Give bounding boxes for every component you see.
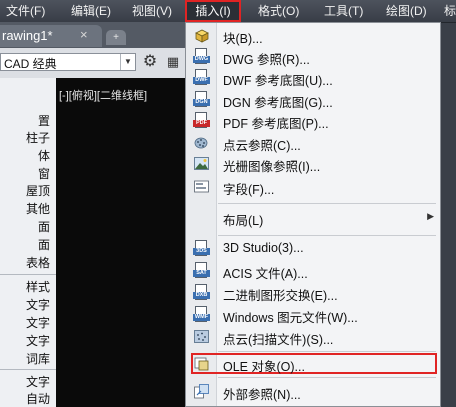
- dwf-icon: DWF: [193, 69, 210, 86]
- dgn-icon: DGN: [193, 91, 210, 108]
- menu-item-acis-file[interactable]: SAT ACIS 文件(A)...: [186, 261, 440, 281]
- palette-item[interactable]: 面: [38, 236, 50, 253]
- menu-item-windows-metafile[interactable]: WMF Windows 图元文件(W)...: [186, 305, 440, 325]
- palette-item[interactable]: 文字: [26, 332, 50, 349]
- menu-item-external-reference[interactable]: 外部参照(N)...: [186, 382, 440, 402]
- menu-draw[interactable]: 绘图(D): [382, 0, 431, 22]
- tool-palette: 置 柱子 体 窗 屋顶 其他 面 面 表格 样式 文字 文字 文字 词库 文字 …: [0, 78, 57, 407]
- menu-separator: [218, 377, 436, 378]
- menu-bar: 文件(F) 编辑(E) 视图(V) 插入(I) 格式(O) 工具(T) 绘图(D…: [0, 0, 456, 23]
- wmf-icon: WMF: [193, 306, 210, 323]
- raster-image-icon: [194, 157, 209, 170]
- menu-item-label: 外部参照(N)...: [223, 388, 301, 402]
- viewport-controls-label[interactable]: [-][俯视][二维线框]: [59, 87, 147, 103]
- menu-item-block[interactable]: 块(B)...: [186, 26, 440, 46]
- menu-item-ole-object[interactable]: OLE 对象(O)...: [191, 353, 437, 374]
- menu-item-binary-drawing-exchange[interactable]: DXB 二进制图形交换(E)...: [186, 283, 440, 303]
- palette-item[interactable]: 窗: [38, 165, 50, 182]
- menu-item-label: 二进制图形交换(E)...: [223, 289, 338, 303]
- close-icon[interactable]: ×: [80, 27, 88, 42]
- point-cloud-scan-icon: [194, 330, 209, 343]
- menu-item-label: ACIS 文件(A)...: [223, 267, 308, 281]
- menu-item-label: 点云(扫描文件)(S)...: [223, 333, 334, 347]
- menu-item-raster-image-reference[interactable]: 光栅图像参照(I)...: [186, 154, 440, 174]
- pdf-icon: PDF: [193, 112, 210, 129]
- gear-icon[interactable]: ⚙: [140, 52, 160, 72]
- new-tab-button[interactable]: +: [106, 30, 126, 45]
- 3ds-icon: 3DS: [193, 240, 210, 257]
- palette-item[interactable]: 其他: [26, 200, 50, 217]
- ole-icon: [194, 357, 209, 371]
- block-icon: [195, 29, 209, 43]
- palette-divider: [0, 274, 56, 275]
- menu-item-label: DGN 参考底图(G)...: [223, 96, 333, 110]
- menu-item-label: 点云参照(C)...: [223, 139, 301, 153]
- menu-item-dwg-reference[interactable]: DWG DWG 参照(R)...: [186, 47, 440, 67]
- acis-icon: SAT: [193, 262, 210, 279]
- menu-item-point-cloud-scan[interactable]: 点云(扫描文件)(S)...: [186, 327, 440, 347]
- menu-item-label: 字段(F)...: [223, 183, 275, 197]
- palette-item[interactable]: 屋顶: [26, 182, 50, 199]
- palette-divider: [0, 369, 56, 370]
- dwg-icon: DWG: [193, 48, 210, 65]
- menu-item-label: 3D Studio(3)...: [223, 241, 304, 255]
- menu-separator: [218, 203, 436, 204]
- menu-item-label: Windows 图元文件(W)...: [223, 311, 358, 325]
- menu-edit[interactable]: 编辑(E): [67, 0, 115, 22]
- menu-item-pdf-underlay[interactable]: PDF PDF 参考底图(P)...: [186, 111, 440, 131]
- menu-item-label: 光栅图像参照(I)...: [223, 160, 321, 174]
- palette-item[interactable]: 词库: [26, 350, 50, 367]
- insert-menu: 块(B)... DWG DWG 参照(R)... DWF DWF 参考底图(U)…: [185, 22, 441, 407]
- palette-item[interactable]: 表格: [26, 254, 50, 271]
- menu-item-dwf-underlay[interactable]: DWF DWF 参考底图(U)...: [186, 68, 440, 88]
- menu-separator: [218, 351, 436, 352]
- dxb-icon: DXB: [193, 284, 210, 301]
- menu-view[interactable]: 视图(V): [128, 0, 176, 22]
- document-tab-bar: rawing1* × +: [0, 22, 185, 48]
- menu-item-label: OLE 对象(O)...: [223, 360, 305, 374]
- menu-separator: [218, 235, 436, 236]
- palette-item[interactable]: 柱子: [26, 129, 50, 146]
- toolbar-icon[interactable]: ▦: [164, 52, 182, 72]
- palette-item[interactable]: 文字: [26, 296, 50, 313]
- field-icon: [194, 180, 209, 193]
- palette-item[interactable]: 体: [38, 147, 50, 164]
- palette-item[interactable]: 置: [38, 112, 50, 129]
- workspace-select[interactable]: CAD 经典 ▼: [0, 53, 136, 71]
- chevron-down-icon[interactable]: ▼: [120, 54, 135, 70]
- palette-item[interactable]: 面: [38, 218, 50, 235]
- menu-item-label: DWF 参考底图(U)...: [223, 74, 333, 88]
- menu-item-layout[interactable]: 布局(L) ▶: [186, 208, 440, 228]
- document-tab-title: rawing1*: [2, 28, 53, 43]
- palette-item[interactable]: 文字: [26, 314, 50, 331]
- menu-insert[interactable]: 插入(I): [185, 0, 241, 22]
- palette-item[interactable]: 自动: [26, 390, 50, 407]
- menu-item-3d-studio[interactable]: 3DS 3D Studio(3)...: [186, 239, 440, 259]
- document-tab[interactable]: rawing1* ×: [0, 25, 102, 47]
- workspace-select-value: CAD 经典: [4, 57, 57, 71]
- menu-format[interactable]: 格式(O): [254, 0, 303, 22]
- drawing-canvas[interactable]: [-][俯视][二维线框]: [56, 78, 185, 407]
- menu-tools[interactable]: 工具(T): [320, 0, 367, 22]
- palette-item[interactable]: 文字: [26, 373, 50, 390]
- menu-more[interactable]: 标: [440, 0, 456, 22]
- palette-item[interactable]: 样式: [26, 278, 50, 295]
- submenu-arrow-icon: ▶: [427, 211, 434, 221]
- menu-item-point-cloud-reference[interactable]: 点云参照(C)...: [186, 133, 440, 153]
- point-cloud-icon: [194, 137, 208, 149]
- menu-item-label: 块(B)...: [223, 32, 263, 46]
- xref-icon: [194, 384, 209, 399]
- menu-item-label: 布局(L): [223, 214, 264, 228]
- menu-item-field[interactable]: 字段(F)...: [186, 177, 440, 197]
- menu-file[interactable]: 文件(F): [2, 0, 49, 22]
- menu-item-label: PDF 参考底图(P)...: [223, 117, 329, 131]
- menu-item-label: DWG 参照(R)...: [223, 53, 310, 67]
- workspace-toolbar: CAD 经典 ▼ ⚙ ▦: [0, 48, 185, 79]
- menu-item-dgn-underlay[interactable]: DGN DGN 参考底图(G)...: [186, 90, 440, 110]
